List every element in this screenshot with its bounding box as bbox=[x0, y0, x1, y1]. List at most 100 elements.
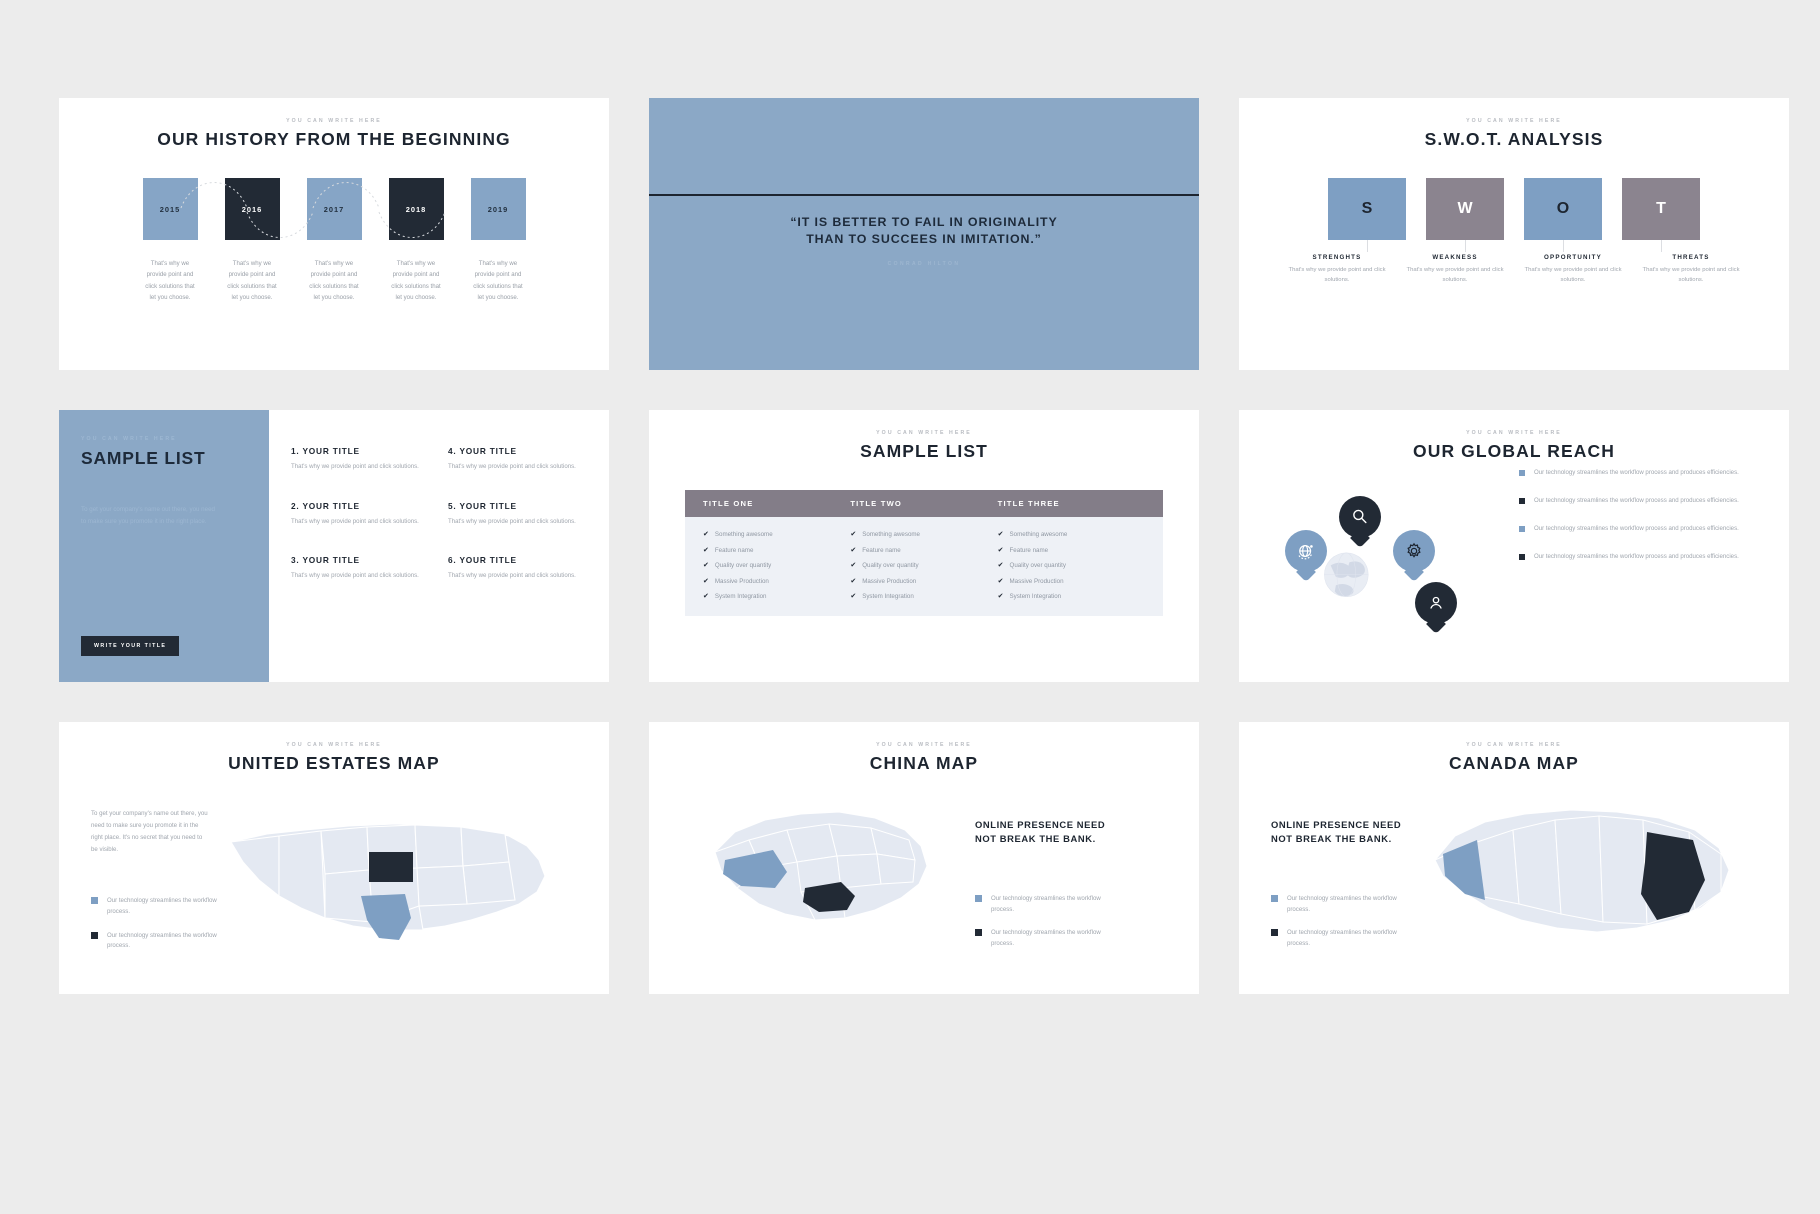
swot-box-w[interactable]: W bbox=[1426, 178, 1504, 240]
slide-eyebrow: YOU CAN WRITE HERE bbox=[1466, 430, 1562, 436]
swot-box-o[interactable]: O bbox=[1524, 178, 1602, 240]
table-row: ✔ Feature name bbox=[703, 547, 850, 554]
legend-text: Our technology streamlines the workflow … bbox=[991, 895, 1101, 913]
timeline-box-2019[interactable]: 2019 bbox=[470, 178, 526, 240]
map-legend: Our technology streamlines the workflow … bbox=[1271, 894, 1421, 950]
slide-our-history[interactable]: YOU CAN WRITE HERE OUR HISTORY FROM THE … bbox=[59, 98, 609, 370]
timeline-box-2017[interactable]: 2017 bbox=[306, 178, 362, 240]
list-item[interactable]: 3. YOUR TITLE That's why we provide poin… bbox=[291, 555, 430, 582]
map-pin-search[interactable] bbox=[1339, 496, 1381, 538]
map-pin-settings[interactable] bbox=[1393, 530, 1435, 572]
swot-label: WEAKNESS bbox=[1432, 254, 1478, 261]
swot-item-threats: THREATS That's why we provide point and … bbox=[1642, 254, 1740, 285]
table-column-two: ✔ Something awesome ✔ Feature name ✔ Qualit… bbox=[850, 531, 997, 600]
legend-text: Our technology streamlines the workflow … bbox=[1287, 929, 1397, 947]
bullet-icon bbox=[1271, 895, 1278, 902]
table-cell-text: Quality over quantity bbox=[1009, 562, 1066, 569]
legend-item: Our technology streamlines the workflow … bbox=[1271, 928, 1421, 949]
quote-author: CONRAD HILTON bbox=[887, 261, 961, 267]
sample-list-items: 1. YOUR TITLE That's why we provide poin… bbox=[291, 446, 587, 582]
bullet-icon bbox=[91, 931, 98, 939]
legend-text: Our technology streamlines the workflow … bbox=[107, 897, 217, 916]
slide-china-map[interactable]: YOU CAN WRITE HERE CHINA MAP ONLINE PRES… bbox=[649, 722, 1199, 994]
list-item[interactable]: 1. YOUR TITLE That's why we provide poin… bbox=[291, 446, 430, 473]
table-row: ✔ Quality over quantity bbox=[703, 562, 850, 569]
table-cell-text: Feature name bbox=[714, 546, 754, 554]
slide-swot-analysis[interactable]: YOU CAN WRITE HERE S.W.O.T. ANALYSIS S W… bbox=[1239, 98, 1789, 370]
check-icon: ✔ bbox=[850, 562, 857, 569]
china-map-icon bbox=[714, 811, 928, 921]
slide-eyebrow: YOU CAN WRITE HERE bbox=[286, 118, 382, 124]
check-icon: ✔ bbox=[850, 546, 857, 554]
comparison-table: TITLE ONE TITLE TWO TITLE THREE ✔ Somethi… bbox=[685, 490, 1163, 616]
slide-eyebrow: YOU CAN WRITE HERE bbox=[876, 742, 972, 748]
table-row: ✔ Something awesome bbox=[703, 531, 850, 538]
check-icon: ✔ bbox=[997, 531, 1004, 538]
bullet-text: Our technology streamlines the workflow … bbox=[1534, 524, 1739, 532]
slide-quote[interactable]: “IT IS BETTER TO FAIL IN ORIGINALITY THA… bbox=[649, 98, 1199, 370]
slide-united-estates-map[interactable]: YOU CAN WRITE HERE UNITED ESTATES MAP To… bbox=[59, 722, 609, 994]
page-title: S.W.O.T. ANALYSIS bbox=[1424, 129, 1604, 149]
table-cell-text: Massive Production bbox=[1009, 577, 1064, 585]
swot-description: That's why we provide point and click so… bbox=[1406, 267, 1504, 283]
slide-header: YOU CAN WRITE HERE CHINA MAP bbox=[649, 722, 1199, 774]
swot-labels: STRENGHTS That's why we provide point an… bbox=[1239, 254, 1789, 285]
timeline-desc-2017: That's why we provide point and click so… bbox=[309, 260, 359, 301]
table-row: ✔ Massive Production bbox=[703, 578, 850, 585]
table-cell-text: Something awesome bbox=[862, 531, 920, 538]
write-your-title-button[interactable]: WRITE YOUR TITLE bbox=[81, 636, 180, 656]
map-pin-person[interactable] bbox=[1415, 582, 1457, 624]
slide-global-reach[interactable]: YOU CAN WRITE HERE OUR GLOBAL REACH Our … bbox=[1239, 410, 1789, 682]
table-row: ✔ System Integration bbox=[703, 593, 850, 600]
page-title: UNITED ESTATES MAP bbox=[228, 753, 440, 773]
bullet-icon bbox=[1519, 525, 1525, 532]
check-icon: ✔ bbox=[850, 577, 857, 585]
slide-sample-list-panel[interactable]: YOU CAN WRITE HERE SAMPLE LIST To get yo… bbox=[59, 410, 609, 682]
magnifier-icon bbox=[1353, 509, 1367, 524]
timeline-box-2015[interactable]: 2015 bbox=[142, 178, 198, 240]
list-item[interactable]: 4. YOUR TITLE That's why we provide poin… bbox=[448, 446, 587, 473]
list-item-desc: That's why we provide point and click so… bbox=[448, 517, 576, 525]
slide-header: YOU CAN WRITE HERE SAMPLE LIST bbox=[649, 410, 1199, 462]
bullet-text: Our technology streamlines the workflow … bbox=[1534, 469, 1739, 476]
swot-connector bbox=[1426, 240, 1504, 252]
check-icon: ✔ bbox=[703, 546, 709, 554]
swot-box-t[interactable]: T bbox=[1622, 178, 1700, 240]
check-icon: ✔ bbox=[997, 593, 1004, 600]
quote-line-2: THAN TO SUCCEES IN IMITATION.” bbox=[806, 231, 1042, 246]
list-item: Our technology streamlines the workflow … bbox=[1519, 552, 1767, 563]
legend-item: Our technology streamlines the workflow … bbox=[975, 894, 1125, 915]
canada-map-icon bbox=[1434, 809, 1730, 933]
table-cell-text: Feature name bbox=[1009, 546, 1049, 554]
check-icon: ✔ bbox=[703, 577, 709, 585]
page-title: SAMPLE LIST bbox=[81, 448, 206, 468]
legend-text: Our technology streamlines the workflow … bbox=[991, 929, 1101, 947]
bullet-icon bbox=[1271, 929, 1278, 937]
list-item[interactable]: 6. YOUR TITLE That's why we provide poin… bbox=[448, 555, 587, 582]
table-row: ✔ Massive Production bbox=[998, 578, 1145, 585]
table-row: ✔ Massive Production bbox=[850, 578, 997, 585]
highlighted-state-dark bbox=[369, 852, 413, 882]
bullet-icon bbox=[1519, 553, 1525, 560]
table-cell-text: Something awesome bbox=[1009, 531, 1068, 538]
page-title: CANADA MAP bbox=[1449, 753, 1579, 773]
swot-description: That's why we provide point and click so… bbox=[1288, 267, 1386, 283]
slide-grid: YOU CAN WRITE HERE OUR HISTORY FROM THE … bbox=[59, 98, 1820, 994]
timeline-box-2016[interactable]: 2016 bbox=[224, 178, 280, 240]
list-item[interactable]: 5. YOUR TITLE That's why we provide poin… bbox=[448, 501, 587, 528]
table-column-header: TITLE THREE bbox=[997, 499, 1060, 508]
swot-box-s[interactable]: S bbox=[1328, 178, 1406, 240]
list-item[interactable]: 2. YOUR TITLE That's why we provide poin… bbox=[291, 501, 430, 528]
global-reach-bullets: Our technology streamlines the workflow … bbox=[1519, 468, 1767, 563]
timeline-box-2018[interactable]: 2018 bbox=[388, 178, 444, 240]
legend-item: Our technology streamlines the workflow … bbox=[975, 928, 1125, 949]
map-pin-globe[interactable] bbox=[1285, 530, 1327, 572]
sample-list-side-panel: YOU CAN WRITE HERE SAMPLE LIST To get yo… bbox=[59, 410, 269, 682]
slide-header: YOU CAN WRITE HERE S.W.O.T. ANALYSIS bbox=[1239, 98, 1789, 150]
slide-canada-map[interactable]: YOU CAN WRITE HERE CANADA MAP ONLINE PRE… bbox=[1239, 722, 1789, 994]
list-item-desc: That's why we provide point and click so… bbox=[448, 572, 576, 580]
timeline-desc-2016: That's why we provide point and click so… bbox=[227, 260, 277, 301]
bullet-icon bbox=[1519, 470, 1525, 476]
check-icon: ✔ bbox=[703, 593, 709, 600]
slide-sample-list-table[interactable]: YOU CAN WRITE HERE SAMPLE LIST TITLE ONE… bbox=[649, 410, 1199, 682]
